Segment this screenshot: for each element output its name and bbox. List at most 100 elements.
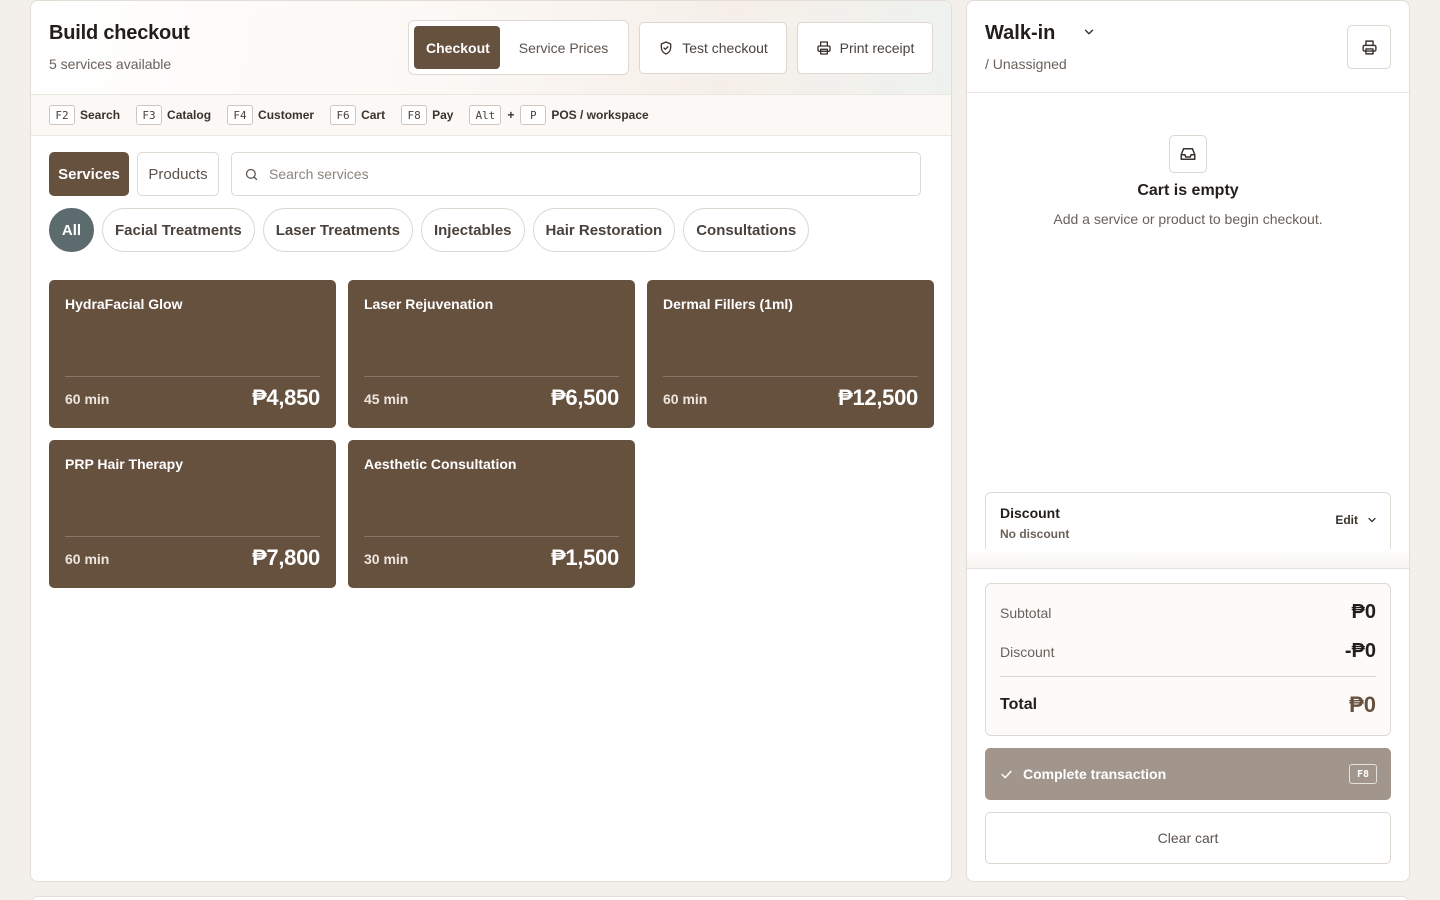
category-chip-hair-restoration[interactable]: Hair Restoration [532, 208, 676, 252]
discount-row: Discount -₱0 [1000, 640, 1376, 663]
category-chip-facial-treatments[interactable]: Facial Treatments [102, 208, 255, 252]
card-divider [65, 536, 320, 537]
print-receipt-label: Print receipt [839, 40, 915, 56]
inbox-icon [1180, 148, 1196, 160]
service-price: ₱7,800 [252, 545, 320, 570]
subtotal-row: Subtotal ₱0 [1000, 601, 1376, 624]
printer-icon [816, 41, 831, 55]
totals-summary: Subtotal ₱0 Discount -₱0 Total ₱0 [985, 583, 1391, 736]
category-chip-all[interactable]: All [49, 208, 94, 252]
shortcut-plus: + [507, 108, 515, 122]
section-divider [967, 549, 1409, 569]
service-price: ₱6,500 [551, 385, 619, 410]
discount-value: No discount [1000, 527, 1070, 541]
keyboard-shortcuts-bar: F2 Search F3 Catalog F4 Customer F6 Cart… [31, 95, 951, 136]
totals-divider [1000, 676, 1376, 677]
test-checkout-button[interactable]: Test checkout [639, 22, 787, 74]
total-value: ₱0 [1349, 692, 1376, 717]
service-name: Dermal Fillers (1ml) [663, 296, 793, 312]
services-toggle-button[interactable]: Services [49, 152, 129, 196]
discount-label: Discount [1000, 643, 1055, 660]
catalog-toolbar: Services Products [49, 152, 921, 196]
shortcut-label-cart: Cart [361, 108, 386, 122]
discount-amount: -₱0 [1344, 640, 1376, 662]
complete-transaction-label: Complete transaction [1023, 766, 1167, 782]
customer-name[interactable]: Walk-in [985, 22, 1055, 45]
service-duration: 60 min [65, 391, 110, 407]
check-icon [1001, 770, 1012, 778]
chevron-down-icon [1084, 29, 1094, 34]
total-label: Total [1000, 696, 1038, 713]
category-filters: All Facial Treatments Laser Treatments I… [49, 208, 810, 252]
checkout-header: Build checkout 5 services available Chec… [31, 1, 951, 95]
checkout-panel: Build checkout 5 services available Chec… [30, 0, 952, 882]
service-duration: 45 min [364, 391, 409, 407]
print-button[interactable] [1347, 25, 1391, 69]
chevron-down-icon [1368, 517, 1376, 523]
empty-cart-message: Add a service or product to begin checko… [1053, 211, 1323, 227]
test-checkout-label: Test checkout [682, 40, 768, 56]
complete-transaction-button[interactable]: Complete transaction F8 [985, 748, 1391, 800]
lower-panel-edge [30, 896, 1410, 900]
card-divider [65, 376, 320, 377]
service-price: ₱1,500 [551, 545, 619, 570]
shortcut-label-customer: Customer [258, 108, 315, 122]
category-chip-laser-treatments[interactable]: Laser Treatments [262, 208, 413, 252]
service-card[interactable]: Dermal Fillers (1ml) 60 min ₱12,500 [647, 280, 934, 428]
search-icon [245, 168, 258, 180]
print-receipt-button[interactable]: Print receipt [797, 22, 933, 74]
page-title: Build checkout [49, 22, 190, 44]
service-card[interactable]: HydraFacial Glow 60 min ₱4,850 [49, 280, 336, 428]
shortcut-label-search: Search [80, 108, 121, 122]
products-toggle-button[interactable]: Products [137, 152, 219, 196]
subtotal-label: Subtotal [1000, 604, 1052, 621]
services-count: 5 services available [49, 56, 172, 72]
total-row: Total ₱0 [1000, 692, 1376, 718]
search-input[interactable] [269, 166, 889, 182]
view-toggle: Checkout Service Prices [408, 20, 629, 75]
service-duration: 60 min [65, 551, 110, 567]
service-card[interactable]: PRP Hair Therapy 60 min ₱7,800 [49, 440, 336, 588]
service-card[interactable]: Aesthetic Consultation 30 min ₱1,500 [348, 440, 635, 588]
discount-section: Discount No discount Edit [985, 492, 1391, 554]
service-duration: 60 min [663, 391, 708, 407]
category-chip-injectables[interactable]: Injectables [420, 208, 525, 252]
shortcut-key-search: F2 [49, 105, 75, 125]
service-duration: 30 min [364, 551, 409, 567]
tab-checkout[interactable]: Checkout [414, 26, 500, 69]
shortcut-key-customer: F4 [227, 105, 254, 125]
customer-header: Walk-in / Unassigned [967, 1, 1409, 93]
service-name: Laser Rejuvenation [364, 296, 494, 312]
service-card[interactable]: Laser Rejuvenation 45 min ₱6,500 [348, 280, 635, 428]
shortcut-label-workspace: POS / workspace [551, 108, 649, 122]
shortcut-key-p: P [520, 105, 547, 125]
card-divider [364, 376, 619, 377]
cart-panel: Walk-in / Unassigned Cart is empty Add a… [966, 0, 1410, 882]
service-price: ₱4,850 [252, 385, 320, 410]
category-chip-consultations[interactable]: Consultations [683, 208, 810, 252]
shortcut-key-catalog: F3 [136, 105, 163, 125]
service-name: Aesthetic Consultation [364, 456, 517, 472]
printer-icon [1361, 39, 1377, 55]
subtotal-value: ₱0 [1351, 601, 1376, 623]
discount-title: Discount [1000, 505, 1060, 521]
card-divider [364, 536, 619, 537]
empty-cart-title: Cart is empty [1137, 182, 1239, 199]
shortcut-label-catalog: Catalog [167, 108, 212, 122]
complete-shortcut-key: F8 [1349, 764, 1377, 784]
edit-discount-button[interactable]: Edit [1335, 513, 1378, 527]
service-price: ₱12,500 [838, 385, 918, 410]
empty-cart-indicator [1169, 135, 1207, 173]
service-name: PRP Hair Therapy [65, 456, 184, 472]
shortcut-key-alt: Alt [469, 105, 502, 125]
shortcut-key-cart: F6 [330, 105, 357, 125]
shortcut-label-pay: Pay [432, 108, 454, 122]
customer-selector-button[interactable] [1079, 23, 1099, 43]
tab-service-prices[interactable]: Service Prices [504, 26, 623, 69]
edit-discount-label: Edit [1335, 513, 1358, 527]
clear-cart-button[interactable]: Clear cart [985, 812, 1391, 864]
shortcut-key-pay: F8 [401, 105, 428, 125]
shield-check-icon [660, 41, 672, 55]
card-divider [663, 376, 918, 377]
customer-assignment: / Unassigned [985, 56, 1067, 72]
